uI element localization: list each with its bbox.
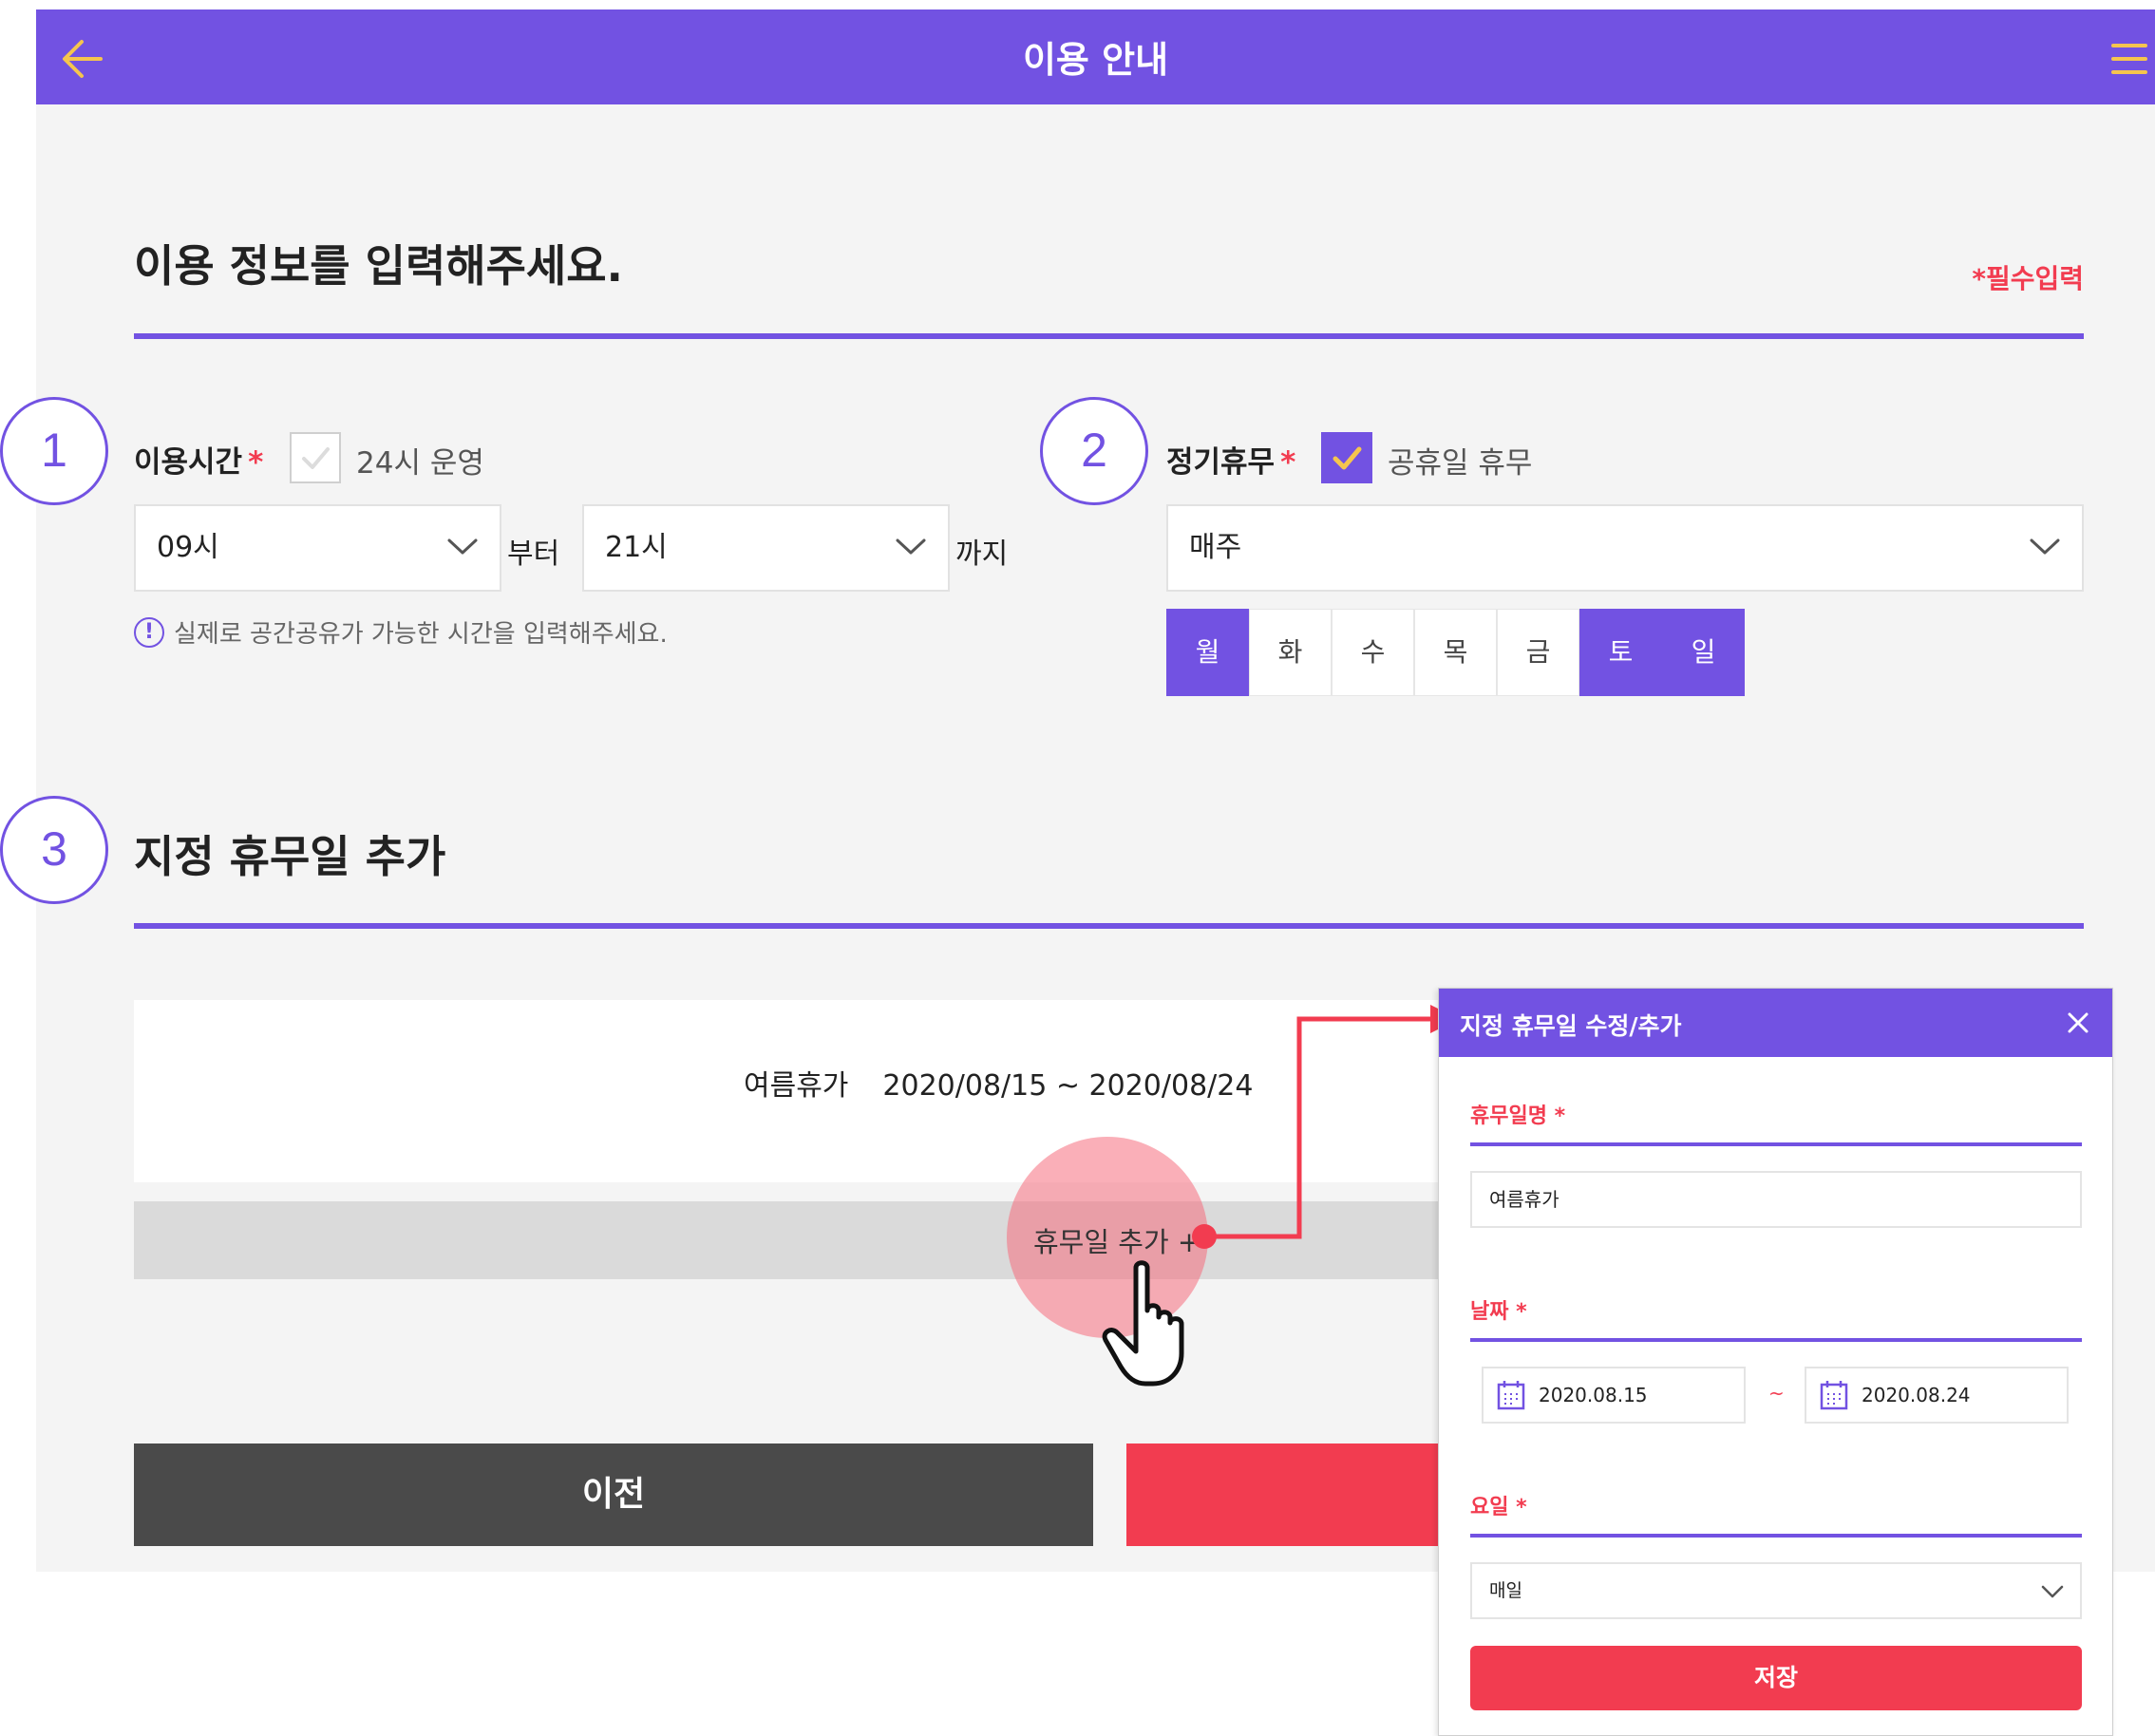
to-time-value: 21시: [605, 531, 668, 564]
hamburger-menu-icon: [2111, 44, 2147, 74]
24h-checkbox-label: 24시 운영: [356, 446, 484, 481]
step-marker-1: 1: [0, 397, 108, 505]
chevron-down-icon: [896, 538, 926, 555]
holiday-name-label-text: 휴무일명: [1470, 1104, 1547, 1128]
popup-title: 지정 휴무일 수정/추가: [1460, 1012, 1682, 1040]
weekday-value: 매일: [1489, 1580, 1522, 1601]
section-divider: [134, 923, 2084, 929]
closing-frequency-select[interactable]: 매주: [1166, 504, 2084, 592]
required-star: *: [248, 445, 264, 480]
calendar-icon: [1497, 1381, 1525, 1410]
weekday-label-text: 요일: [1470, 1496, 1509, 1519]
required-star: *: [1516, 1300, 1527, 1324]
date-from-input[interactable]: 2020.08.15: [1482, 1367, 1746, 1424]
add-holiday-bar[interactable]: [134, 1201, 1440, 1279]
24h-checkbox[interactable]: [290, 432, 341, 483]
weekday-label: 요일 *: [1470, 1490, 1527, 1520]
day-button-fri[interactable]: 금: [1497, 609, 1579, 696]
holiday-name-input[interactable]: 여름휴가: [1470, 1171, 2082, 1228]
date-label: 날짜 *: [1470, 1294, 1527, 1325]
date-label-text: 날짜: [1470, 1300, 1509, 1324]
date-to-value: 2020.08.24: [1862, 1384, 1971, 1406]
section-title-designated-holiday: 지정 휴무일 추가: [134, 831, 446, 882]
holiday-edit-popup: 지정 휴무일 수정/추가 휴무일명 * 여름휴가 날짜 * 2020.08.15…: [1438, 988, 2113, 1736]
holiday-item[interactable]: 여름휴가 2020/08/15 ~ 2020/08/24: [744, 1062, 1253, 1104]
add-holiday-button[interactable]: 휴무일 추가 +: [1033, 1220, 1200, 1260]
day-button-sat[interactable]: 토: [1579, 609, 1662, 696]
to-word: 까지: [955, 538, 1009, 571]
popup-header: 지정 휴무일 수정/추가: [1439, 989, 2112, 1057]
section-divider: [134, 333, 2084, 339]
regular-closing-label: 정기휴무 *: [1166, 438, 1295, 481]
day-button-sun[interactable]: 일: [1662, 609, 1745, 696]
day-button-wed[interactable]: 수: [1332, 609, 1414, 696]
day-button-mon[interactable]: 월: [1166, 609, 1249, 696]
info-icon: !: [134, 616, 164, 648]
holiday-name-label: 휴무일명 *: [1470, 1099, 1565, 1129]
date-separator: ~: [1768, 1382, 1785, 1405]
hint-text: 실제로 공간공유가 가능한 시간을 입력해주세요.: [174, 620, 668, 649]
chevron-down-icon: [447, 538, 478, 555]
calendar-icon: [1820, 1381, 1848, 1410]
closing-frequency-value: 매주: [1189, 531, 1242, 564]
from-time-value: 09시: [157, 531, 219, 564]
close-icon: [2068, 1012, 2089, 1033]
date-to-input[interactable]: 2020.08.24: [1805, 1367, 2069, 1424]
pointer-hand-icon: [1102, 1260, 1184, 1387]
required-note: *필수입력: [1972, 263, 2084, 294]
usage-time-label: 이용시간 *: [134, 438, 263, 481]
field-divider: [1470, 1142, 2082, 1146]
prev-button[interactable]: 이전: [134, 1444, 1093, 1546]
menu-button[interactable]: [2098, 32, 2155, 85]
weekday-select[interactable]: 매일: [1470, 1562, 2082, 1619]
day-button-thu[interactable]: 목: [1414, 609, 1497, 696]
date-from-value: 2020.08.15: [1539, 1384, 1648, 1406]
field-divider: [1470, 1338, 2082, 1342]
top-bar: 이용 안내: [36, 9, 2155, 104]
weekday-selector: 월 화 수 목 금 토 일: [1166, 609, 1745, 696]
regular-closing-label-text: 정기휴무: [1166, 445, 1276, 480]
usage-time-hint: ! 실제로 공간공유가 가능한 시간을 입력해주세요.: [134, 614, 668, 650]
popup-close-button[interactable]: [2061, 1006, 2095, 1040]
required-star: *: [1554, 1104, 1566, 1128]
step-marker-3: 3: [0, 796, 108, 904]
to-time-select[interactable]: 21시: [582, 504, 950, 592]
step-marker-2: 2: [1040, 397, 1148, 505]
field-divider: [1470, 1534, 2082, 1538]
from-word: 부터: [507, 538, 560, 571]
day-button-tue[interactable]: 화: [1249, 609, 1332, 696]
required-star: *: [1280, 445, 1296, 480]
required-star: *: [1516, 1496, 1527, 1519]
usage-time-label-text: 이용시간: [134, 445, 243, 480]
page-title: 이용 안내: [1022, 39, 1169, 81]
holiday-name: 여름휴가: [744, 1069, 849, 1103]
save-button[interactable]: 저장: [1470, 1646, 2082, 1710]
public-holiday-checkbox-label: 공휴일 휴무: [1388, 446, 1533, 481]
chevron-down-icon: [2041, 1585, 2064, 1598]
check-icon: [302, 447, 330, 469]
holiday-period: 2020/08/15 ~ 2020/08/24: [882, 1069, 1254, 1103]
section-title-usage-info: 이용 정보를 입력해주세요.: [134, 240, 624, 292]
public-holiday-checkbox[interactable]: [1321, 432, 1372, 483]
from-time-select[interactable]: 09시: [134, 504, 501, 592]
next-button[interactable]: [1126, 1444, 1440, 1546]
check-icon: [1333, 446, 1362, 470]
chevron-down-icon: [2030, 538, 2060, 555]
